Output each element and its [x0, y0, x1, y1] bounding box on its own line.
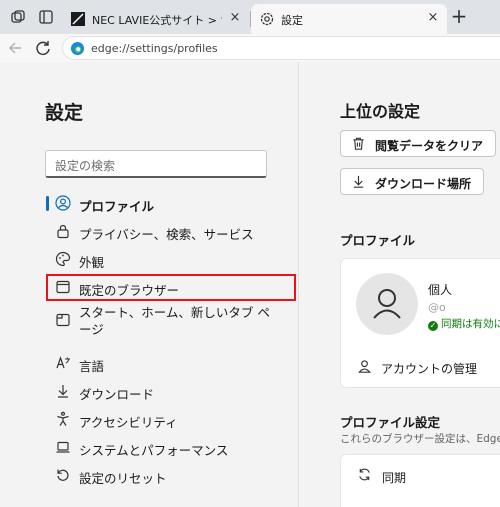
tab-close-icon[interactable]: × [227, 10, 243, 26]
edge-logo-icon [70, 41, 85, 56]
sidebar-item-label: アクセシビリティ [79, 415, 178, 430]
sidebar-item-label: プライバシー、検索、サービス [79, 227, 254, 242]
sidebar-item-label: 外観 [79, 255, 105, 270]
person-icon [358, 360, 371, 373]
settings-sidebar: 設定 設定の検索 プロファイル プライバシー、検索、サービス 外観 既定のブラウ… [0, 62, 298, 507]
lock-icon [57, 224, 69, 239]
sync-label: 同期 [382, 471, 407, 485]
tab-actions-icon[interactable] [37, 8, 55, 26]
clear-browsing-data-button[interactable]: 閲覧データをクリア [340, 130, 496, 157]
tab-nec-lavie[interactable]: NEC LAVIE公式サイト > サービス＆サ × [62, 4, 250, 34]
new-tab-button[interactable]: + [448, 6, 470, 28]
sidebar-item-downloads[interactable]: ダウンロード [45, 380, 295, 404]
tab-title: 設定 [281, 14, 303, 27]
profile-email: @o [428, 301, 446, 314]
address-bar[interactable]: edge://settings/profiles [62, 36, 500, 60]
settings-main: 上位の設定 閲覧データをクリア ダウンロード場所 プロファイル 個人 @o ✓ … [299, 62, 500, 507]
profiles-section-title: プロファイル [340, 233, 416, 248]
active-indicator [46, 196, 49, 211]
sidebar-item-start-home[interactable]: スタート、ホーム、新しいタブ ページ [45, 303, 295, 339]
sidebar-item-label: 言語 [79, 359, 105, 374]
language-icon [56, 356, 70, 369]
address-toolbar: edge://settings/profiles [0, 34, 500, 62]
sidebar-item-label: システムとパフォーマンス [79, 443, 229, 458]
back-icon[interactable] [5, 37, 27, 59]
sync-status-text: 同期は有効に [441, 318, 500, 330]
download-icon [58, 385, 68, 398]
sidebar-item-label: 設定のリセット [79, 471, 167, 486]
sidebar-item-label: スタート、ホーム、新しいタブ ページ [79, 305, 270, 337]
sidebar-item-label: ダウンロード [79, 387, 155, 402]
sidebar-item-label: 既定のブラウザー [79, 283, 180, 298]
sidebar-item-profiles[interactable]: プロファイル [45, 192, 295, 216]
reset-icon [57, 469, 69, 481]
nec-favicon-icon [71, 12, 85, 26]
page-title: 設定 [45, 102, 84, 124]
gear-icon [260, 12, 274, 26]
top-settings-title: 上位の設定 [340, 102, 421, 121]
downloads-location-button[interactable]: ダウンロード場所 [340, 168, 484, 195]
sidebar-item-accessibility[interactable]: アクセシビリティ [45, 408, 295, 432]
trash-icon [353, 137, 364, 150]
manage-account-label: アカウントの管理 [381, 362, 478, 376]
avatar [356, 273, 418, 335]
accessibility-icon [57, 411, 69, 426]
palette-icon [55, 251, 71, 267]
sidebar-item-reset[interactable]: 設定のリセット [45, 464, 295, 488]
profile-icon [55, 195, 71, 211]
profile-settings-title: プロファイル設定 [340, 415, 441, 430]
sidebar-item-default-browser[interactable]: 既定のブラウザー [45, 276, 295, 300]
profile-name: 個人 [428, 283, 453, 297]
button-label: 閲覧データをクリア [375, 139, 484, 153]
sync-status: ✓ 同期は有効に [428, 316, 500, 331]
tab-close-icon[interactable]: × [425, 10, 441, 26]
laptop-icon [56, 441, 70, 453]
person-icon [373, 289, 401, 319]
sidebar-item-languages[interactable]: 言語 [45, 352, 295, 376]
sidebar-item-appearance[interactable]: 外観 [45, 248, 295, 272]
check-icon: ✓ [428, 321, 438, 331]
sync-icon [359, 468, 370, 481]
search-input[interactable]: 設定の検索 [45, 150, 267, 178]
settings-page: 設定 設定の検索 プロファイル プライバシー、検索、サービス 外観 既定のブラウ… [0, 62, 500, 507]
url-text: edge://settings/profiles [91, 42, 218, 55]
profile-settings-description: これらのブラウザー設定は、Edge [340, 433, 500, 445]
sidebar-item-privacy[interactable]: プライバシー、検索、サービス [45, 220, 295, 244]
tab-settings[interactable]: 設定 × [251, 4, 447, 34]
profile-card: 個人 @o ✓ 同期は有効に アカウントの管理 [340, 258, 500, 388]
refresh-icon[interactable] [32, 37, 54, 59]
download-icon [353, 175, 364, 188]
sync-row[interactable]: 同期 [340, 454, 500, 507]
tab-strip: NEC LAVIE公式サイト > サービス＆サ × 設定 × + [0, 0, 500, 34]
search-placeholder: 設定の検索 [55, 159, 116, 173]
start-page-icon [56, 313, 70, 327]
sidebar-item-system[interactable]: システムとパフォーマンス [45, 436, 295, 460]
sidebar-item-label: プロファイル [79, 199, 155, 214]
tab-title: NEC LAVIE公式サイト > サービス＆サ [92, 14, 222, 27]
browser-icon [56, 280, 70, 294]
workspaces-icon[interactable] [9, 8, 27, 26]
button-label: ダウンロード場所 [375, 177, 472, 191]
